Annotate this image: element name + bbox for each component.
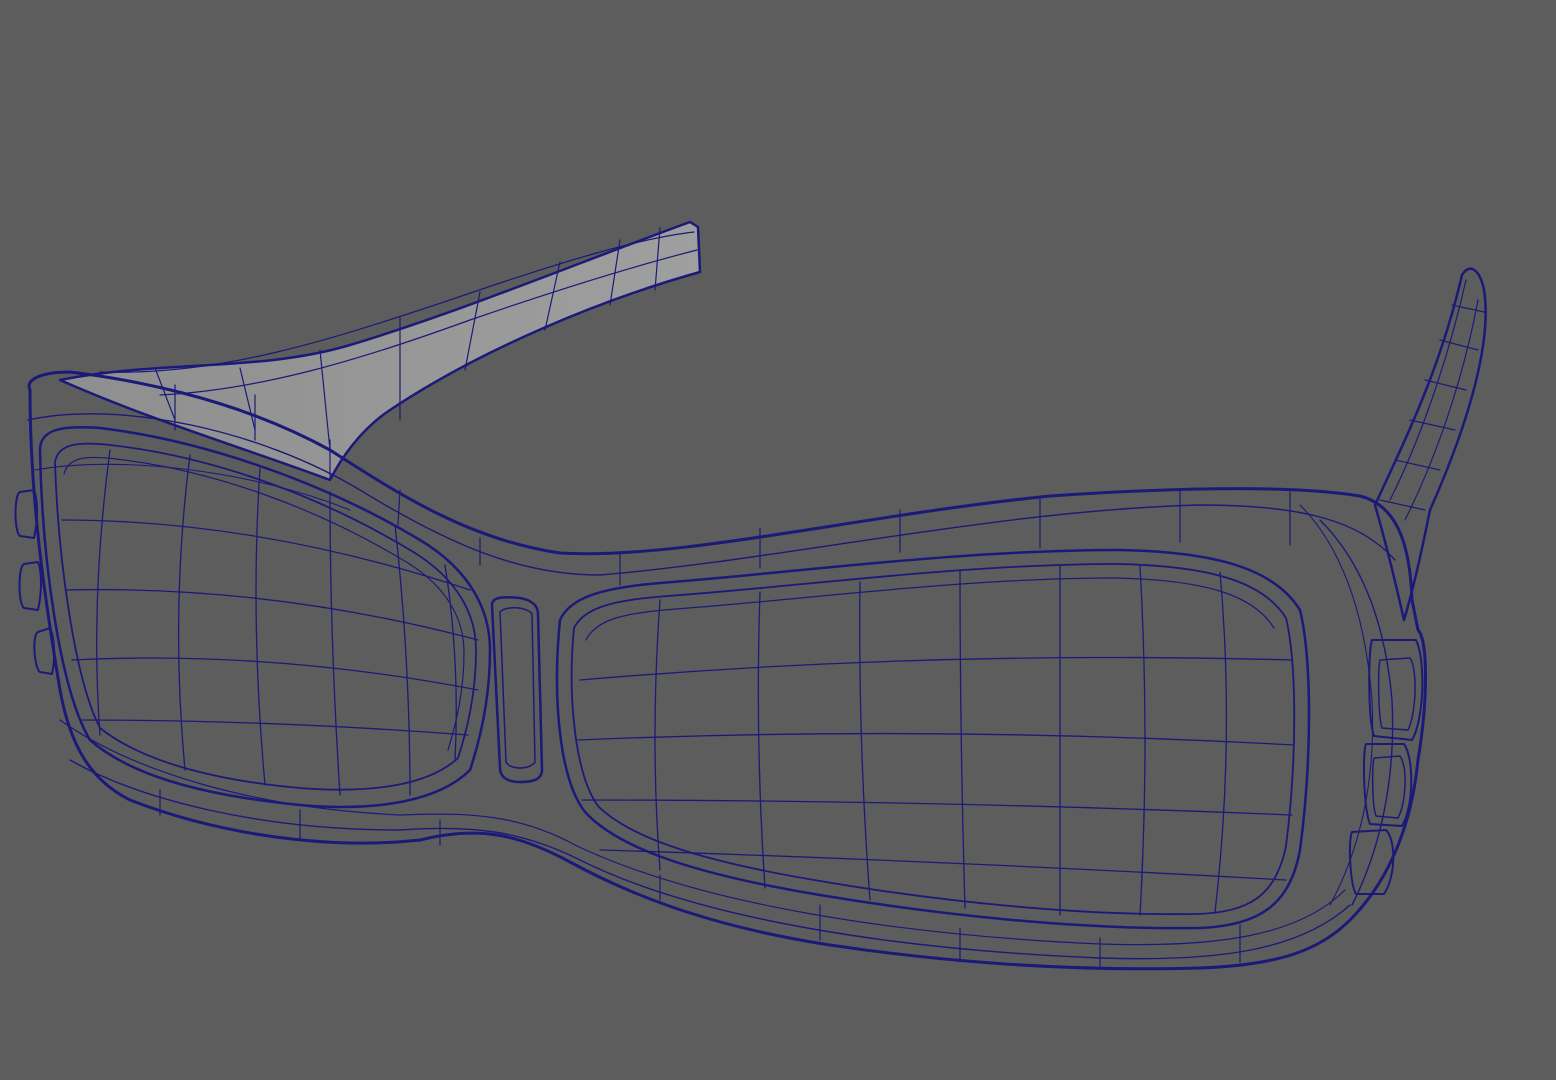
edge-loop [96, 449, 111, 736]
strap-rung [1451, 304, 1485, 313]
edge-loop [177, 454, 191, 771]
edge-loop [757, 591, 766, 889]
edge-loop [65, 588, 479, 641]
viewport-canvas[interactable] [0, 0, 1556, 1080]
edge-loop [599, 849, 1287, 881]
frame-loop [1319, 519, 1394, 906]
edge-loop [329, 491, 341, 796]
nose-bridge[interactable] [490, 596, 544, 784]
strap-rung [1409, 419, 1456, 431]
right-temple-strap[interactable] [1373, 267, 1487, 622]
frame-rib [397, 489, 401, 526]
goggle-frame[interactable] [27, 370, 1427, 971]
edge-loop [581, 799, 1293, 816]
edge-loop [255, 467, 266, 786]
strap-rung [1424, 379, 1467, 391]
edge-loop [61, 519, 471, 591]
strap-rung [1394, 459, 1441, 471]
left-lens[interactable] [38, 426, 492, 809]
frame-loop [1299, 504, 1374, 906]
strap-rung [1439, 339, 1479, 351]
edge-loop [577, 732, 1295, 746]
edge-loop [959, 569, 966, 909]
edge-loop [81, 719, 469, 736]
edge-loop [859, 581, 871, 901]
strap-rung [1379, 499, 1426, 511]
edge-loop [71, 657, 479, 691]
3d-viewport[interactable] [0, 0, 1556, 1080]
wireframe-overlay [27, 227, 1485, 969]
right-lens[interactable] [555, 548, 1311, 930]
edge-loop [1139, 565, 1146, 916]
edge-loop [394, 524, 411, 796]
right-side-buttons[interactable] [1348, 639, 1424, 895]
edge-loop [579, 656, 1293, 681]
edge-loop [444, 564, 457, 761]
edge-loop [654, 599, 661, 871]
